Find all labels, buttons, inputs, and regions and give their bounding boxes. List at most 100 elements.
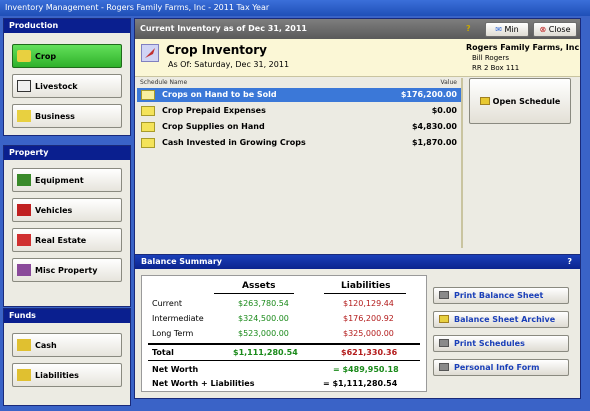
schedule-row[interactable]: Crop Prepaid Expenses $0.00 [137, 104, 461, 118]
balance-summary-panel: Balance Summary ? Assets Liabilities Cur… [134, 254, 581, 399]
sidebar-item-label: Cash [35, 340, 57, 350]
app-window: Production Crop Livestock Business Prope… [0, 16, 590, 411]
assets-value: $324,500.00 [238, 314, 289, 323]
net-worth-liabilities-label: Net Worth + Liabilities [152, 379, 255, 388]
min-button-label: Min [504, 25, 519, 34]
printer-icon [439, 363, 449, 371]
crop-icon [17, 50, 31, 62]
button-label: Print Schedules [454, 339, 525, 348]
sidebar-item-label: Business [35, 111, 75, 121]
balance-summary-title: Balance Summary [141, 257, 222, 266]
schedule-name: Crop Supplies on Hand [162, 122, 265, 131]
vehicles-icon [17, 204, 31, 216]
inventory-header: Current Inventory as of Dec 31, 2011 ? ✉… [135, 19, 580, 39]
sidebar-item-label: Liabilities [35, 370, 79, 380]
sidebar-item-business[interactable]: Business [12, 104, 122, 128]
liabilities-value: $176,200.92 [343, 314, 394, 323]
sidebar-item-label: Misc Property [35, 265, 98, 275]
sidebar-item-label: Equipment [35, 175, 84, 185]
schedule-value: $0.00 [431, 106, 457, 115]
inventory-title: Crop Inventory [166, 43, 267, 57]
assets-header: Assets [242, 281, 276, 291]
sidebar: Production Crop Livestock Business Prope… [3, 18, 131, 408]
open-schedule-label: Open Schedule [492, 96, 561, 106]
personal-info-form-button[interactable]: Personal Info Form [433, 359, 569, 376]
schedule-name: Crops on Hand to be Sold [162, 90, 277, 99]
schedule-value: $1,870.00 [411, 138, 457, 147]
balance-summary-header: Balance Summary ? [135, 255, 580, 269]
assets-value: $523,000.00 [238, 329, 289, 338]
printer-icon [439, 339, 449, 347]
schedule-row[interactable]: Crop Supplies on Hand $4,830.00 [137, 120, 461, 134]
inventory-title-area: Crop Inventory As Of: Saturday, Dec 31, … [135, 39, 580, 77]
min-button[interactable]: ✉ Min [485, 22, 529, 37]
close-icon: ⊗ [539, 25, 547, 34]
button-label: Personal Info Form [454, 363, 540, 372]
sidebar-item-label: Vehicles [35, 205, 73, 215]
equipment-icon [17, 174, 31, 186]
liabilities-underline [324, 293, 406, 294]
liabilities-value: $325,000.00 [343, 329, 394, 338]
sidebar-item-real-estate[interactable]: Real Estate [12, 228, 122, 252]
help-icon[interactable]: ? [567, 255, 572, 269]
folder-icon [141, 138, 155, 148]
folder-icon [141, 122, 155, 132]
button-label: Balance Sheet Archive [454, 315, 556, 324]
property-section: Property Equipment Vehicles Real Estate … [3, 145, 131, 307]
folder-icon [141, 90, 155, 100]
col-value: Value [440, 79, 457, 86]
balance-table: Assets Liabilities Current $263,780.54 $… [141, 275, 427, 392]
sidebar-item-vehicles[interactable]: Vehicles [12, 198, 122, 222]
real-estate-icon [17, 234, 31, 246]
help-icon[interactable]: ? [466, 19, 471, 39]
inventory-panel: Current Inventory as of Dec 31, 2011 ? ✉… [134, 18, 581, 258]
crop-inventory-icon [141, 44, 159, 62]
assets-value: $263,780.54 [238, 299, 289, 308]
button-label: Print Balance Sheet [454, 291, 544, 300]
funds-header: Funds [4, 309, 130, 323]
net-worth-divider [148, 360, 420, 361]
misc-property-icon [17, 264, 31, 276]
row-label: Current [152, 299, 183, 308]
schedule-row[interactable]: Crops on Hand to be Sold $176,200.00 [137, 88, 461, 102]
cash-icon [17, 339, 31, 351]
sidebar-item-misc-property[interactable]: Misc Property [12, 258, 122, 282]
sidebar-item-cash[interactable]: Cash [12, 333, 122, 357]
schedule-table: Schedule Name Value Crops on Hand to be … [137, 78, 461, 248]
print-schedules-button[interactable]: Print Schedules [433, 335, 569, 352]
schedule-table-header: Schedule Name Value [137, 78, 461, 88]
sidebar-item-crop[interactable]: Crop [12, 44, 122, 68]
row-label: Intermediate [152, 314, 204, 323]
total-liabilities: $621,330.36 [341, 348, 398, 357]
open-folder-icon [479, 97, 490, 105]
close-button[interactable]: ⊗ Close [533, 22, 577, 37]
property-header: Property [4, 146, 130, 160]
feather-icon [145, 48, 155, 58]
livestock-icon [17, 80, 31, 92]
total-label: Total [152, 348, 174, 357]
close-button-label: Close [548, 25, 571, 34]
sidebar-item-liabilities[interactable]: Liabilities [12, 363, 122, 387]
schedule-row[interactable]: Cash Invested in Growing Crops $1,870.00 [137, 136, 461, 150]
window-title-bar: Inventory Management - Rogers Family Far… [0, 0, 590, 16]
sidebar-item-equipment[interactable]: Equipment [12, 168, 122, 192]
total-assets: $1,111,280.54 [233, 348, 298, 357]
schedule-name: Crop Prepaid Expenses [162, 106, 266, 115]
schedule-name: Cash Invested in Growing Crops [162, 138, 306, 147]
open-schedule-button[interactable]: Open Schedule [469, 78, 571, 124]
inventory-as-of: As Of: Saturday, Dec 31, 2011 [168, 60, 290, 69]
row-label: Long Term [152, 329, 194, 338]
col-schedule-name: Schedule Name [140, 79, 188, 86]
sidebar-item-label: Livestock [35, 81, 78, 91]
production-section: Production Crop Livestock Business [3, 18, 131, 136]
folder-icon [439, 315, 449, 323]
net-worth-liabilities-value: = $1,111,280.54 [323, 379, 398, 388]
inventory-header-title: Current Inventory as of Dec 31, 2011 [140, 24, 307, 33]
net-worth-value: = $489,950.18 [333, 365, 399, 374]
print-balance-sheet-button[interactable]: Print Balance Sheet [433, 287, 569, 304]
assets-underline [214, 293, 294, 294]
schedule-value: $176,200.00 [400, 90, 457, 99]
sidebar-item-livestock[interactable]: Livestock [12, 74, 122, 98]
schedule-value: $4,830.00 [411, 122, 457, 131]
balance-sheet-archive-button[interactable]: Balance Sheet Archive [433, 311, 569, 328]
